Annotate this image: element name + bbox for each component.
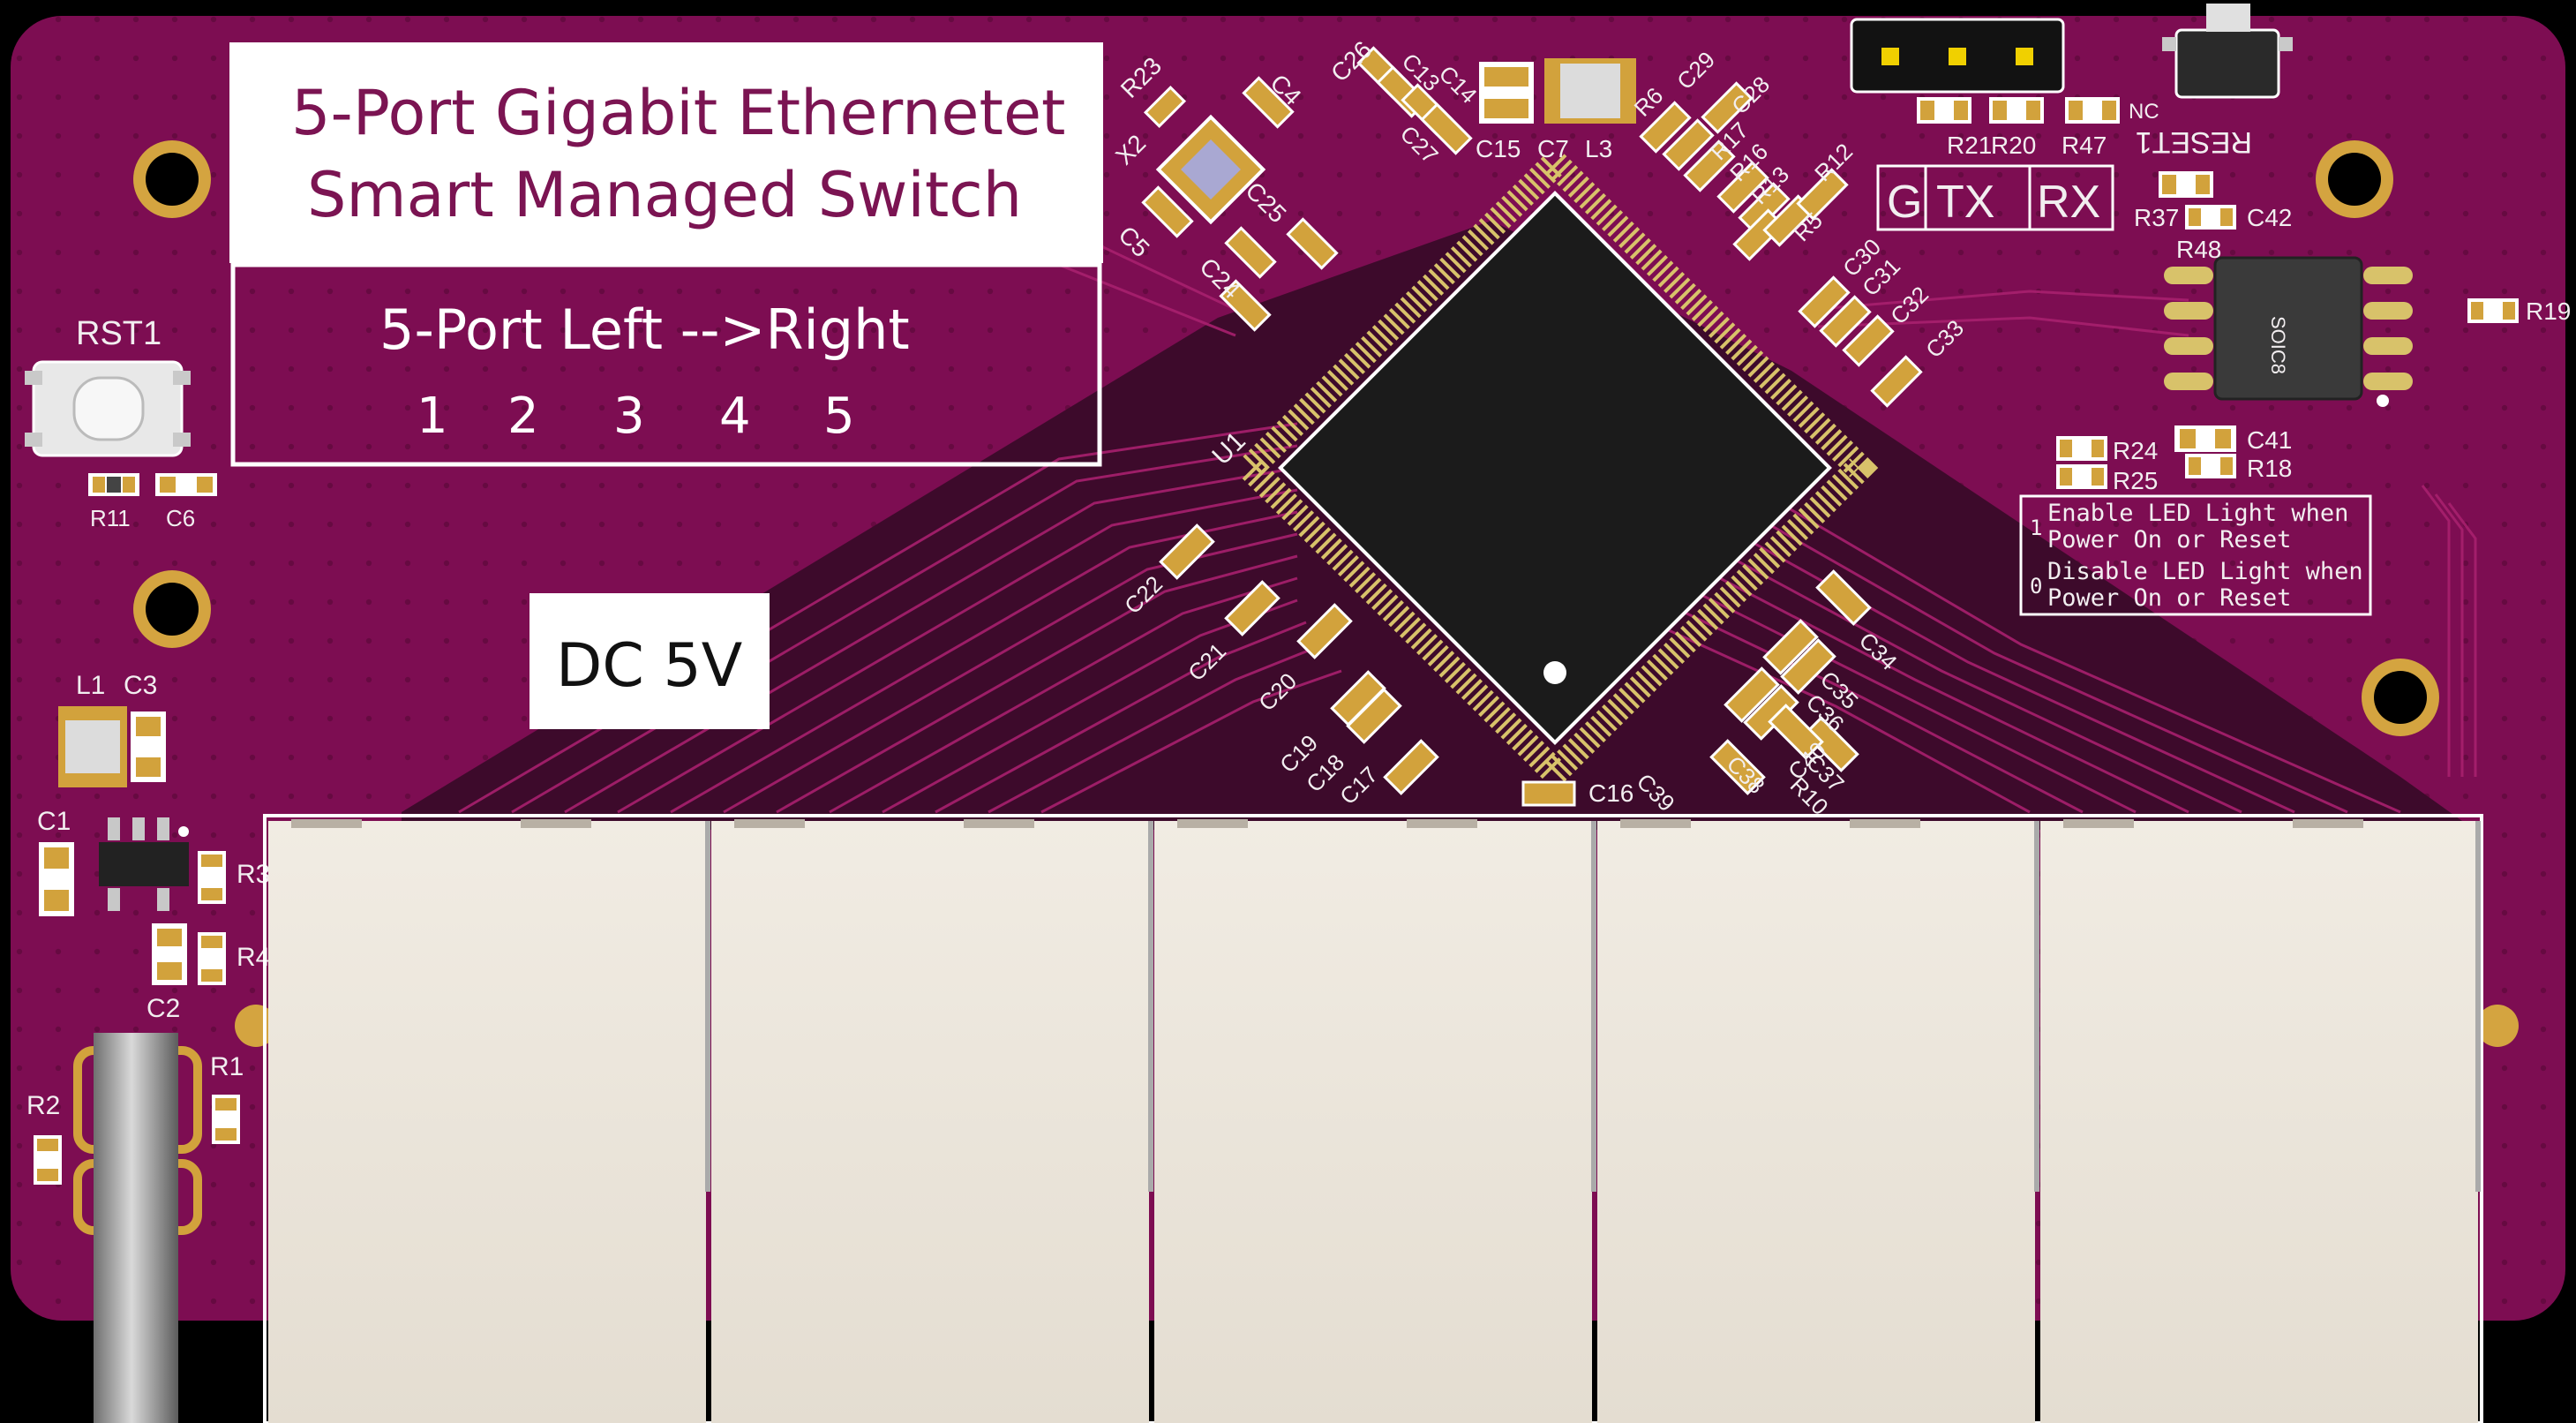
svg-text:R48: R48 xyxy=(2176,236,2221,263)
jumper-disable-line1: Disable LED Light when xyxy=(2047,558,2363,585)
title-line-1: 5-Port Gigabit Ethernetet xyxy=(291,77,1065,149)
port-number-1: 1 xyxy=(417,388,448,445)
svg-text:C6: C6 xyxy=(166,505,195,531)
jumper-disable-line2: Power On or Reset xyxy=(2047,584,2291,612)
svg-text:R47: R47 xyxy=(2062,132,2107,159)
svg-text:R19: R19 xyxy=(2526,297,2571,325)
uart-pin-header[interactable] xyxy=(1850,18,2065,94)
svg-text:R25: R25 xyxy=(2113,467,2158,494)
svg-text:C1: C1 xyxy=(37,807,71,836)
svg-text:C3: C3 xyxy=(124,671,157,700)
rj45-port-3[interactable] xyxy=(1154,819,1592,1423)
rj45-port-2[interactable] xyxy=(711,819,1149,1423)
port-number-3: 3 xyxy=(613,388,645,445)
jumper-enable-line2: Power On or Reset xyxy=(2047,526,2291,553)
jumper-opt-0: 0 xyxy=(2030,574,2042,599)
svg-text:R11: R11 xyxy=(90,505,131,531)
svg-text:C7: C7 xyxy=(1537,135,1569,162)
pin1-marker xyxy=(1543,661,1566,684)
uart-label-rx: RX xyxy=(2037,177,2100,228)
silk-RST1: RST1 xyxy=(76,315,161,352)
svg-text:NC: NC xyxy=(2129,100,2159,124)
svg-text:R21: R21 xyxy=(1947,132,1992,159)
port-number-4: 4 xyxy=(719,388,751,445)
uart-label-g: G xyxy=(1887,177,1922,228)
svg-text:C15: C15 xyxy=(1476,135,1521,162)
eeprom-label: SOIC8 xyxy=(2267,316,2289,374)
svg-text:C16: C16 xyxy=(1588,779,1633,807)
svg-text:R2: R2 xyxy=(26,1091,60,1120)
svg-text:C41: C41 xyxy=(2247,426,2292,454)
port-direction-label: 5-Port Left -->Right xyxy=(379,297,910,362)
svg-text:RESET1: RESET1 xyxy=(2136,125,2252,159)
rj45-port-1[interactable] xyxy=(268,819,706,1423)
rj45-port-4[interactable] xyxy=(1597,819,2035,1423)
svg-text:C2: C2 xyxy=(146,994,180,1023)
svg-text:R24: R24 xyxy=(2113,437,2158,464)
svg-text:L1: L1 xyxy=(76,671,105,700)
pcb-render: 5-Port Gigabit Ethernetet Smart Managed … xyxy=(0,0,2576,1423)
power-label: DC 5V xyxy=(556,631,742,701)
svg-text:L3: L3 xyxy=(1585,135,1612,162)
svg-text:R20: R20 xyxy=(1991,132,2036,159)
port-number-5: 5 xyxy=(823,388,855,445)
svg-text:R1: R1 xyxy=(210,1052,244,1081)
svg-text:R37: R37 xyxy=(2134,204,2179,231)
port-number-2: 2 xyxy=(507,388,539,445)
jumper-opt-1: 1 xyxy=(2030,516,2042,540)
jumper-enable-line1: Enable LED Light when xyxy=(2047,500,2348,527)
title-line-2: Smart Managed Switch xyxy=(307,159,1022,231)
reset-tact-switch[interactable] xyxy=(25,360,191,457)
svg-text:R18: R18 xyxy=(2247,455,2292,482)
pcb-board-svg: 5-Port Gigabit Ethernetet Smart Managed … xyxy=(11,4,2571,1423)
uart-label-tx: TX xyxy=(1936,177,1994,228)
rj45-port-5[interactable] xyxy=(2040,819,2478,1423)
svg-text:C42: C42 xyxy=(2247,204,2292,231)
